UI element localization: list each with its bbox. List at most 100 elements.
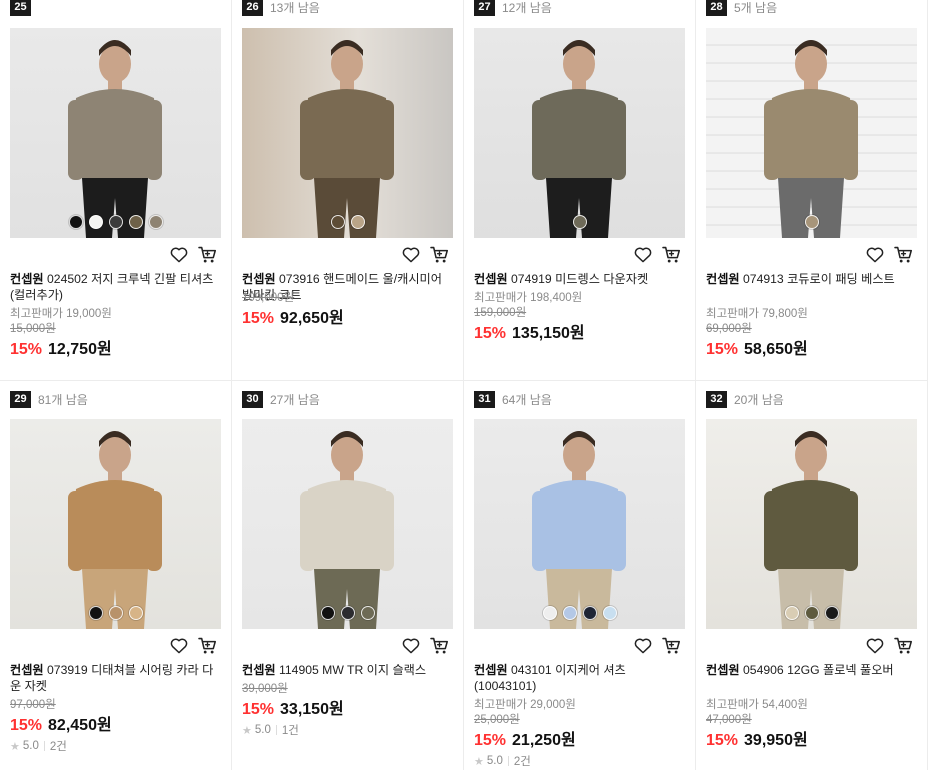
stock-remaining: 64개 남음 [502, 392, 552, 407]
discount-rate: 15% [10, 341, 43, 358]
product-title[interactable]: 컨셉원 074913 코듀로이 패딩 베스트 [706, 271, 911, 287]
color-swatch[interactable] [108, 606, 123, 620]
product-image[interactable] [10, 419, 221, 629]
max-price: 최고판매가 29,000원 [474, 699, 576, 711]
sale-price: 15% 92,650원 [242, 304, 344, 328]
product-title[interactable]: 컨셉원 054906 12GG 폴로넥 풀오버 [706, 662, 911, 678]
color-swatch[interactable] [128, 215, 143, 229]
heart-icon[interactable] [866, 246, 884, 263]
price-value: 92,650원 [280, 310, 344, 327]
product-title[interactable]: 컨셉원 024502 저지 크루넥 긴팔 티셔츠 (컬러추가) [10, 271, 215, 303]
heart-icon[interactable] [866, 637, 884, 654]
product-image[interactable] [474, 419, 685, 629]
product-image[interactable] [706, 419, 917, 629]
product-title[interactable]: 컨셉원 073919 디태쳐블 시어링 카라 다운 자켓 [10, 662, 215, 694]
color-swatch[interactable] [148, 215, 163, 229]
product-image[interactable] [10, 28, 221, 238]
price-value: 39,950원 [744, 732, 808, 749]
color-swatch[interactable] [572, 215, 587, 229]
color-swatch[interactable] [804, 215, 819, 229]
heart-icon[interactable] [402, 637, 420, 654]
product-name: 074913 코듀로이 패딩 베스트 [743, 272, 895, 286]
product-card[interactable]: 30 27개 남음 컨셉원 114905 MW TR 이지 슬랙스 39,000… [232, 380, 464, 770]
color-swatches [474, 215, 685, 229]
rating-value: 5.0 [486, 755, 503, 767]
card-actions [866, 246, 913, 263]
max-price: 최고판매가 19,000원 [10, 308, 112, 320]
product-image[interactable] [242, 28, 453, 238]
color-swatch[interactable] [824, 606, 839, 620]
discount-rate: 15% [242, 701, 275, 718]
color-swatches [10, 215, 221, 229]
product-card[interactable]: 28 5개 남음 컨셉원 074913 코듀로이 패딩 베스트 최고판매가 79… [696, 0, 928, 381]
brand-name: 컨셉원 [474, 272, 508, 286]
color-swatch[interactable] [128, 606, 143, 620]
heart-icon[interactable] [634, 246, 652, 263]
product-card[interactable]: 29 81개 남음 컨셉원 073919 디태쳐블 시어링 카라 다운 자켓 9… [0, 380, 232, 770]
heart-icon[interactable] [402, 246, 420, 263]
color-swatch[interactable] [108, 215, 123, 229]
heart-icon[interactable] [634, 637, 652, 654]
color-swatch[interactable] [784, 606, 799, 620]
color-swatch[interactable] [804, 606, 819, 620]
sale-price: 15% 33,150원 [242, 695, 344, 719]
color-swatches [242, 215, 453, 229]
brand-name: 컨셉원 [706, 272, 740, 286]
heart-icon[interactable] [170, 637, 188, 654]
color-swatch[interactable] [68, 215, 83, 229]
star-icon: ★ [474, 755, 484, 768]
cart-icon[interactable] [198, 637, 217, 654]
cart-icon[interactable] [662, 637, 681, 654]
discount-rate: 15% [10, 717, 43, 734]
cart-icon[interactable] [430, 246, 449, 263]
product-title[interactable]: 컨셉원 043101 이지케어 셔츠 (10043101) [474, 662, 679, 694]
product-title[interactable]: 컨셉원 074919 미드렝스 다운자켓 [474, 271, 679, 287]
product-card[interactable]: 26 13개 남음 컨셉원 073916 핸드메이드 울/캐시미어 발마칸 코트… [232, 0, 464, 381]
product-card[interactable]: 27 12개 남음 컨셉원 074919 미드렝스 다운자켓 최고판매가 198… [464, 0, 696, 381]
color-swatch[interactable] [602, 606, 617, 620]
color-swatch[interactable] [330, 215, 345, 229]
cart-icon[interactable] [894, 637, 913, 654]
color-swatches [10, 606, 221, 620]
color-swatch[interactable] [542, 606, 557, 620]
sale-price: 15% 82,450원 [10, 711, 112, 735]
stock-remaining: 13개 남음 [270, 0, 320, 15]
price-value: 82,450원 [48, 717, 112, 734]
color-swatch[interactable] [340, 606, 355, 620]
color-swatch[interactable] [88, 215, 103, 229]
product-name: 054906 12GG 폴로넥 풀오버 [743, 663, 894, 677]
review-count: 1건 [281, 725, 299, 737]
color-swatch[interactable] [88, 606, 103, 620]
product-card[interactable]: 32 20개 남음 컨셉원 054906 12GG 폴로넥 풀오버 최고판매가 … [696, 380, 928, 770]
cart-icon[interactable] [198, 246, 217, 263]
color-swatch[interactable] [350, 215, 365, 229]
price-value: 12,750원 [48, 341, 112, 358]
rank-row: 29 81개 남음 [10, 390, 88, 408]
stock-remaining: 27개 남음 [270, 392, 320, 407]
color-swatch[interactable] [582, 606, 597, 620]
product-card[interactable]: 25 컨셉원 024502 저지 크루넥 긴팔 티셔츠 (컬러추가) 최고판매가… [0, 0, 232, 381]
rank-row: 26 13개 남음 [242, 0, 320, 16]
cart-icon[interactable] [662, 246, 681, 263]
product-name: 114905 MW TR 이지 슬랙스 [279, 663, 427, 677]
color-swatches [706, 606, 917, 620]
original-price: 159,000원 [474, 307, 527, 319]
card-actions [634, 246, 681, 263]
heart-icon[interactable] [170, 246, 188, 263]
cart-icon[interactable] [894, 246, 913, 263]
rank-badge: 28 [706, 0, 727, 16]
product-title[interactable]: 컨셉원 114905 MW TR 이지 슬랙스 [242, 662, 447, 678]
price-value: 21,250원 [512, 732, 576, 749]
product-image[interactable] [242, 419, 453, 629]
product-image[interactable] [706, 28, 917, 238]
color-swatch[interactable] [562, 606, 577, 620]
divider [275, 725, 277, 735]
card-actions [170, 637, 217, 654]
max-price: 최고판매가 198,400원 [474, 292, 583, 304]
cart-icon[interactable] [430, 637, 449, 654]
product-card[interactable]: 31 64개 남음 컨셉원 043101 이지케어 셔츠 (10043101) … [464, 380, 696, 770]
sale-price: 15% 58,650원 [706, 335, 808, 359]
color-swatch[interactable] [320, 606, 335, 620]
color-swatch[interactable] [360, 606, 375, 620]
product-image[interactable] [474, 28, 685, 238]
